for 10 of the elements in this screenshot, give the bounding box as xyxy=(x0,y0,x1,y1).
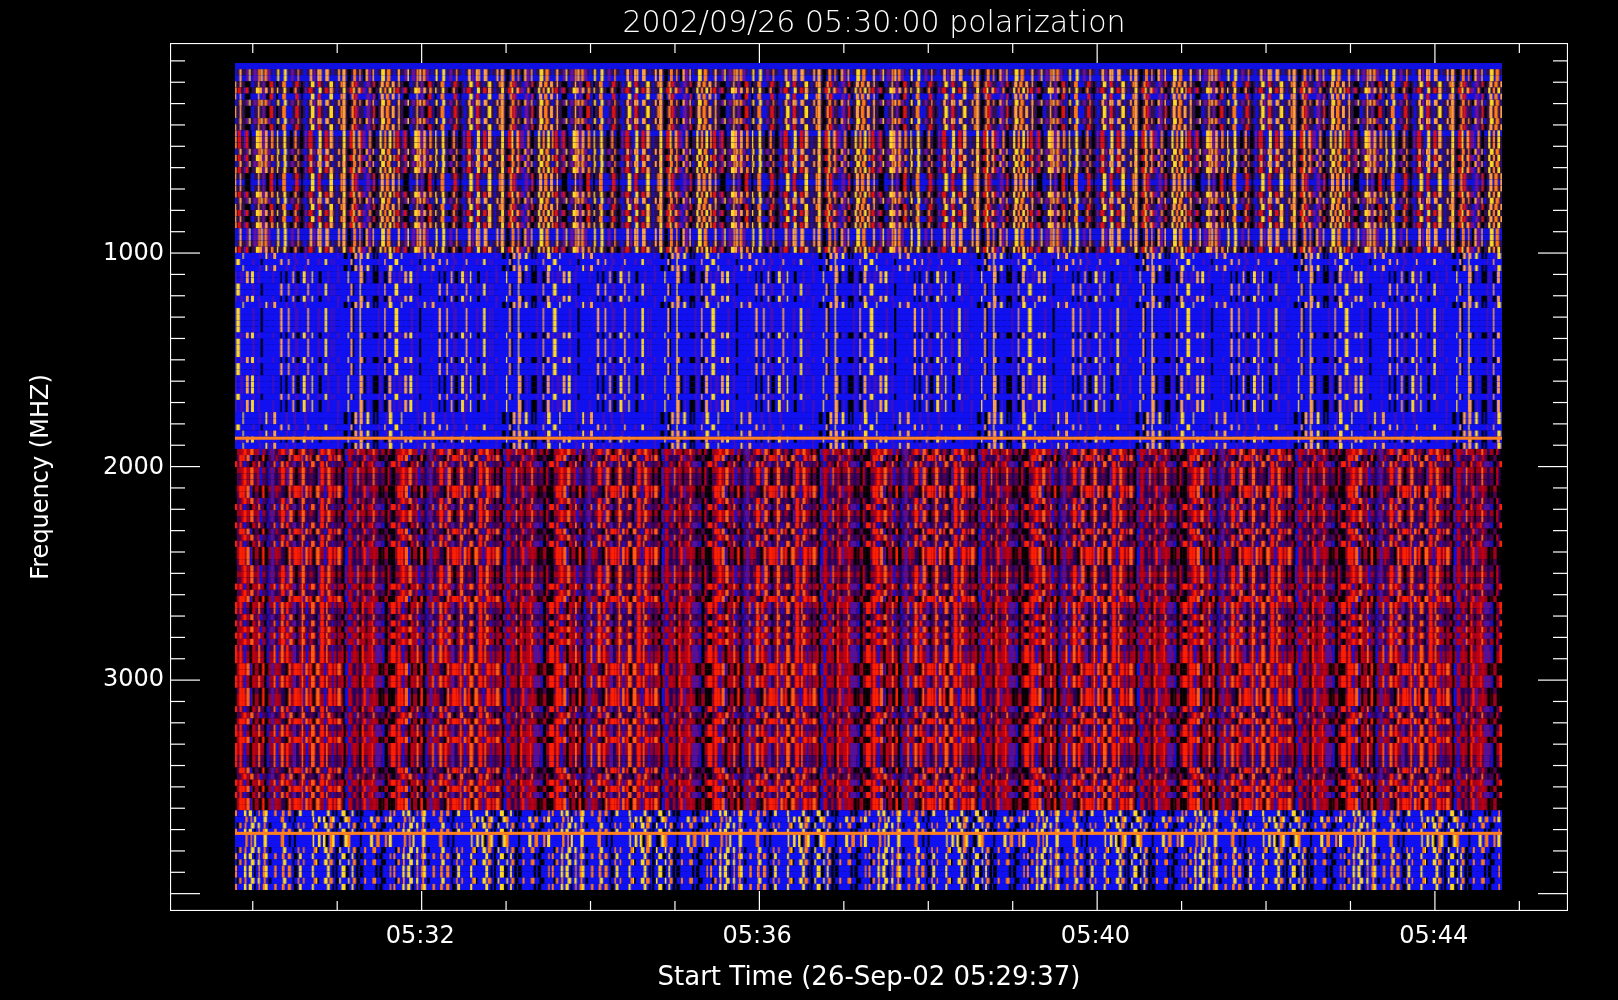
y-tick-label: 3000 xyxy=(102,664,164,693)
x-tick-label: 05:36 xyxy=(722,921,792,949)
x-axis-label: Start Time (26-Sep-02 05:29:37) xyxy=(657,961,1081,991)
x-tick-label: 05:32 xyxy=(385,921,455,949)
y-tick-label: 2000 xyxy=(102,451,164,480)
x-tick-label: 05:40 xyxy=(1060,921,1131,949)
chart-title: 2002/09/26 05:30:00 polarization xyxy=(622,4,1126,39)
y-tick-label: 1000 xyxy=(102,238,164,267)
x-tick-label: 05:44 xyxy=(1399,921,1469,949)
y-axis-label: Frequency (MHZ) xyxy=(26,374,54,580)
